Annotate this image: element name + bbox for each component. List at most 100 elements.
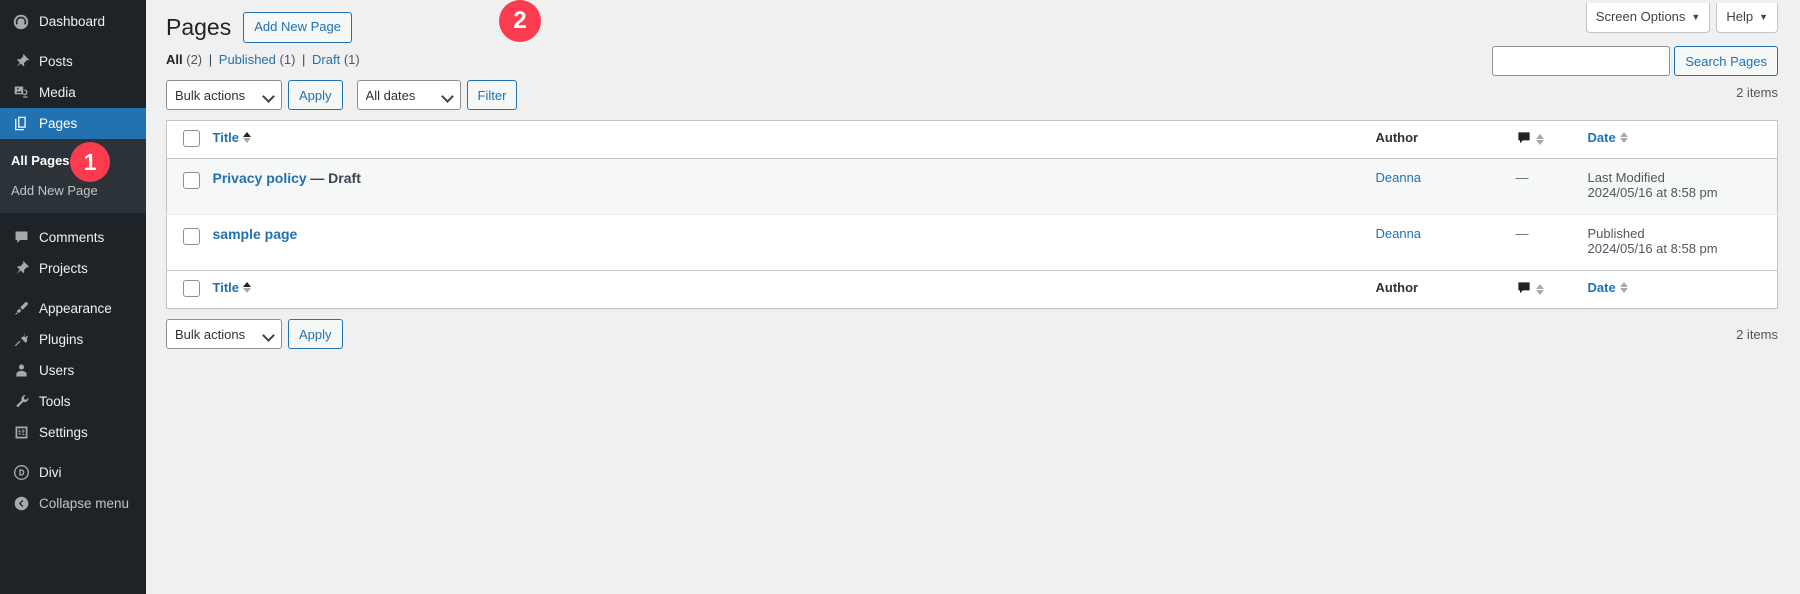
sidebar-item-label: Settings <box>39 424 88 440</box>
filter-all-label: All <box>166 52 183 68</box>
sidebar-item-divi[interactable]: Divi <box>0 457 146 488</box>
sort-date-link-bottom[interactable]: Date <box>1588 280 1628 295</box>
sidebar-item-label: Media <box>39 84 76 100</box>
pin-icon <box>11 52 31 72</box>
sidebar-item-label: Appearance <box>39 300 112 316</box>
sidebar-item-tools[interactable]: Tools <box>0 386 146 417</box>
filter-link-draft[interactable]: Draft <box>312 52 340 67</box>
sort-title-link-bottom[interactable]: Title <box>213 280 251 295</box>
sidebar-item-label: Comments <box>39 229 105 245</box>
sidebar-item-dashboard[interactable]: Dashboard <box>0 6 146 37</box>
row-date-cell: Published 2024/05/16 at 8:58 pm <box>1588 215 1778 271</box>
sidebar-item-posts[interactable]: Posts <box>0 46 146 77</box>
tablenav-top: Bulk actions Apply All dates Filter 2 it… <box>166 67 1778 111</box>
row-checkbox[interactable] <box>183 228 200 246</box>
sidebar-item-media[interactable]: Media <box>0 77 146 108</box>
apply-button-bottom[interactable]: Apply <box>288 319 343 350</box>
table-body: Privacy policy — Draft Deanna — Last Mod… <box>166 158 1778 271</box>
sort-comments-link-top[interactable] <box>1516 130 1544 149</box>
page-title: Pages <box>166 13 232 40</box>
sort-arrows-icon <box>1619 132 1628 144</box>
select-all-footer <box>166 270 213 309</box>
tablenav-bottom: Bulk actions Apply 2 items <box>166 309 1778 350</box>
column-header-date: Date <box>1587 120 1778 160</box>
filter-draft-label: Draft <box>312 52 341 68</box>
sort-title-link-top[interactable]: Title <box>213 130 251 145</box>
row-author-cell: Deanna <box>1376 215 1516 271</box>
table-row: Privacy policy — Draft Deanna — Last Mod… <box>166 158 1778 215</box>
select-all-header <box>166 120 213 160</box>
sidebar-divider <box>0 213 146 222</box>
settings-icon <box>11 423 31 443</box>
sidebar-divider <box>0 37 146 46</box>
filter-draft-count: (1) <box>343 52 360 68</box>
row-checkbox[interactable] <box>183 172 200 190</box>
sidebar-item-plugins[interactable]: Plugins <box>0 324 146 355</box>
sidebar-divider <box>0 284 146 293</box>
sidebar-item-collapse-menu[interactable]: Collapse menu <box>0 488 146 519</box>
column-footer-comments <box>1515 270 1588 309</box>
sidebar-item-label: Projects <box>39 260 88 276</box>
collapse-icon <box>11 494 31 514</box>
date-status-label: Last Modified <box>1587 170 1665 186</box>
sidebar-item-label: Pages <box>39 115 78 131</box>
select-all-checkbox-top[interactable] <box>183 130 200 148</box>
filter-separator: | <box>208 52 213 68</box>
sidebar-item-label: Divi <box>39 464 62 480</box>
sort-comments-link-bottom[interactable] <box>1516 280 1544 299</box>
filter-button[interactable]: Filter <box>466 80 518 111</box>
row-title-cell: Privacy policy — Draft <box>213 159 1376 215</box>
date-filter-select[interactable]: All dates <box>356 80 461 111</box>
main-content: Screen Options ▼ Help ▼ Pages Add New Pa… <box>146 0 1800 594</box>
bulk-actions-select-wrap-bottom: Bulk actions <box>166 319 282 350</box>
filter-link-published[interactable]: Published <box>219 52 276 67</box>
row-date-cell: Last Modified 2024/05/16 at 8:58 pm <box>1588 159 1778 215</box>
column-date-label: Date <box>1587 280 1616 296</box>
apply-button-top[interactable]: Apply <box>288 80 343 111</box>
row-comments-cell: — <box>1516 159 1588 215</box>
user-icon <box>11 361 31 381</box>
sidebar-item-label: Tools <box>39 393 71 409</box>
author-link[interactable]: Deanna <box>1376 226 1422 241</box>
table-foot: Title Author Date <box>166 270 1778 309</box>
filter-published-count: (1) <box>279 52 296 68</box>
page-title-link[interactable]: sample page <box>213 226 298 242</box>
comment-bubble-icon <box>1516 280 1532 299</box>
sort-date-link-top[interactable]: Date <box>1588 130 1628 145</box>
sidebar-item-comments[interactable]: Comments <box>0 222 146 253</box>
sort-arrows-icon <box>243 282 251 294</box>
sort-arrows-icon <box>1535 284 1544 296</box>
sidebar-item-projects[interactable]: Projects <box>0 253 146 284</box>
column-header-author: Author <box>1375 120 1516 160</box>
pages-table: Title Author Date Privacy policy — Draft… <box>166 120 1778 310</box>
row-select-cell <box>167 159 213 215</box>
column-footer-title: Title <box>212 270 1376 309</box>
filter-separator: | <box>302 52 306 68</box>
items-count-top: 2 items <box>1736 85 1778 101</box>
column-header-comments <box>1515 120 1588 160</box>
sidebar-item-settings[interactable]: Settings <box>0 417 146 448</box>
sidebar-item-label: Plugins <box>39 331 84 347</box>
bulk-actions-select[interactable]: Bulk actions <box>166 80 282 111</box>
page-title-link[interactable]: Privacy policy <box>213 170 307 186</box>
author-link[interactable]: Deanna <box>1376 170 1422 185</box>
sidebar-item-users[interactable]: Users <box>0 355 146 386</box>
add-new-page-button[interactable]: Add New Page <box>243 12 352 44</box>
filter-published-label: Published <box>218 52 276 68</box>
sidebar-item-label: Users <box>39 362 75 378</box>
sidebar-item-appearance[interactable]: Appearance <box>0 293 146 324</box>
date-value: 2024/05/16 at 8:58 pm <box>1587 241 1718 257</box>
sidebar-item-pages[interactable]: Pages <box>0 108 146 139</box>
annotation-badge-2-label: 2 <box>513 7 527 34</box>
divi-icon <box>11 463 31 483</box>
select-all-checkbox-bottom[interactable] <box>183 280 200 298</box>
sidebar-item-label: Dashboard <box>39 13 106 29</box>
row-author-cell: Deanna <box>1376 159 1516 215</box>
dashboard-icon <box>11 12 31 32</box>
items-count-bottom: 2 items <box>1736 327 1778 343</box>
wrench-icon <box>11 392 31 412</box>
sidebar-item-add-new-page[interactable]: Add New Page <box>0 176 146 206</box>
plug-icon <box>11 330 31 350</box>
filter-link-all[interactable]: All <box>166 52 183 67</box>
bulk-actions-select-bottom[interactable]: Bulk actions <box>166 319 282 350</box>
